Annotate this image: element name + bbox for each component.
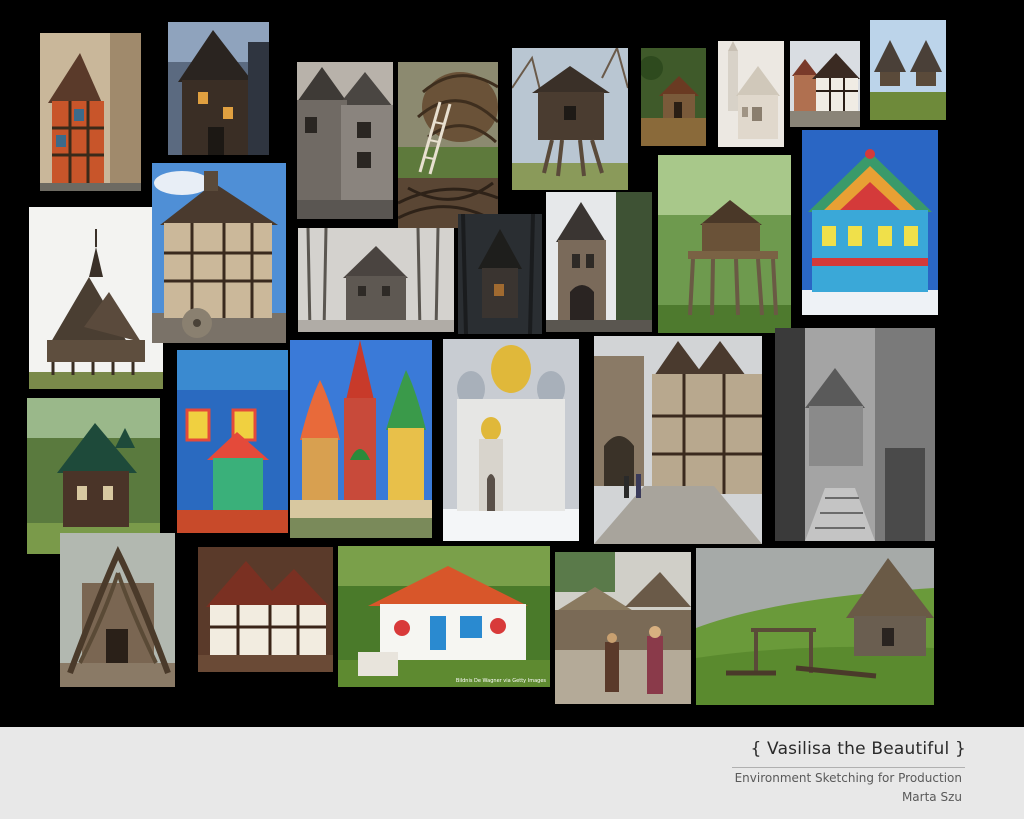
project-subtitle: Environment Sketching for Production [734, 771, 962, 785]
photo-half-timbered-orange-house [40, 33, 141, 191]
photo-ornate-painted-russian-house [802, 130, 938, 315]
photo-hut-on-chicken-legs [512, 48, 628, 190]
project-title: { Vasilisa the Beautiful } [750, 739, 966, 759]
photo-colorful-painted-house [177, 350, 288, 533]
photo-old-stairway-street-bw [775, 328, 935, 541]
photo-twig-treehouse-with-ladder [398, 62, 498, 178]
photo-dark-gothic-cabin [458, 214, 542, 334]
moodboard: Bildnis De Wagner via Getty Images [0, 0, 1024, 727]
photo-ruined-wooden-mansion-in-forest [298, 228, 454, 332]
photo-twin-thatched-huts [870, 20, 946, 120]
photo-tudor-street-with-people [594, 336, 762, 544]
photo-dark-fantasy-house [168, 22, 269, 155]
photo-wooden-stilt-church [29, 207, 163, 389]
photo-old-tudor-street-bw [297, 62, 393, 219]
photo-thatched-log-hut-on-hillside [696, 548, 934, 705]
author-name: Marta Szu [901, 790, 962, 804]
photo-st-basils-cathedral [290, 340, 432, 538]
photo-half-timbered-village-house [790, 41, 860, 127]
photo-snowy-onion-dome-church [443, 339, 579, 541]
photo-stone-gothic-house [546, 192, 652, 332]
photo-tudor-house-with-millstone [152, 163, 286, 343]
photo-white-half-timbered-cottage-model [198, 547, 333, 672]
photo-painted-white-cottage: Bildnis De Wagner via Getty Images [338, 546, 550, 687]
photo-credit: Bildnis De Wagner via Getty Images [455, 678, 546, 684]
photo-forest-hut [641, 48, 706, 146]
photo-medieval-market-scene [555, 552, 691, 704]
photo-tree-root-house [60, 533, 175, 687]
title-divider [732, 767, 965, 768]
footer: { Vasilisa the Beautiful } Environment S… [0, 727, 1024, 819]
photo-treehouse-on-stilts [658, 155, 791, 333]
photo-green-roofed-witch-house [27, 398, 160, 554]
photo-white-gothic-model-house [718, 41, 784, 147]
